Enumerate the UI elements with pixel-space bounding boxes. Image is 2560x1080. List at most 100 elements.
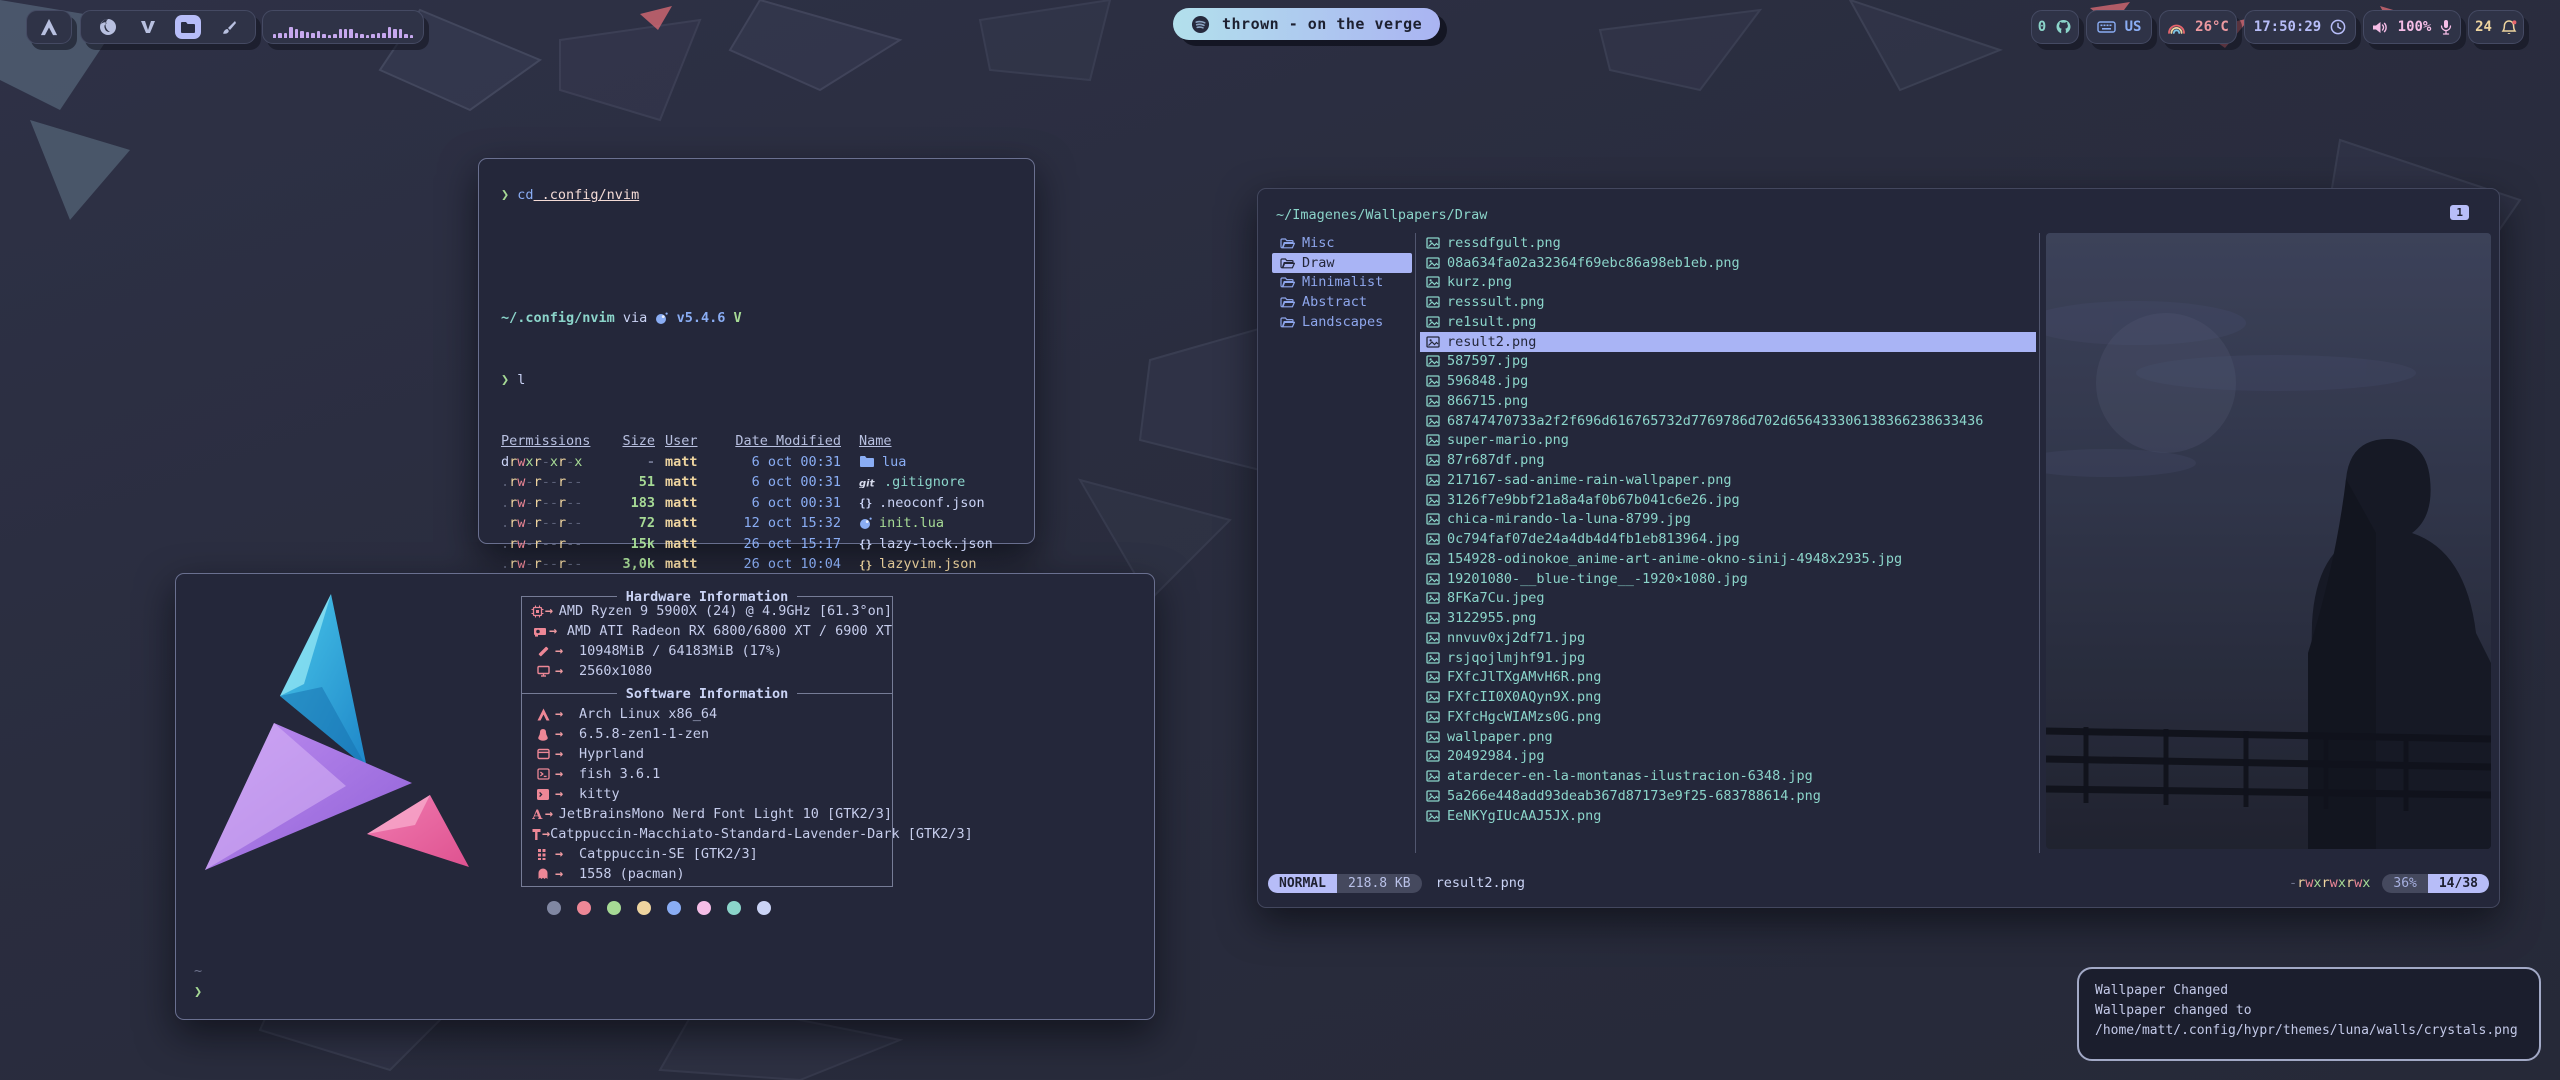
file-row: .rw-r--r-- 72 matt 12 oct 15:32 init.lua — [501, 513, 1012, 534]
gpu-icon — [533, 626, 547, 637]
palette-dot — [547, 901, 561, 915]
file-list-item[interactable]: re1sult.png — [1420, 312, 2036, 332]
file-list-item[interactable]: 8FKa7Cu.jpeg — [1420, 589, 2036, 609]
file-list-item[interactable]: 154928-odinokoe_anime-art-anime-okno-sin… — [1420, 549, 2036, 569]
fetch-row: A→ JetBrainsMono Nerd Font Light 10 [GTK… — [522, 804, 892, 824]
file-list-item[interactable]: kurz.png — [1420, 273, 2036, 293]
sidebar-folder-abstract[interactable]: Abstract — [1272, 292, 1412, 312]
palette-dot — [757, 901, 771, 915]
app-launcher-button[interactable] — [26, 10, 72, 44]
breadcrumb-path: ~/Imagenes/Wallpapers/Draw — [1276, 207, 1487, 223]
file-list-item[interactable]: ressdfgult.png — [1420, 233, 2036, 253]
file-name: wallpaper.png — [1447, 729, 1553, 745]
visualizer-bar — [295, 29, 298, 38]
file-list-item[interactable]: 87r687df.png — [1420, 450, 2036, 470]
svg-text:git: git — [859, 478, 876, 488]
firefox-icon — [99, 18, 117, 36]
file-list-item[interactable]: 20492984.jpg — [1420, 747, 2036, 767]
fetch-row-value: Catppuccin-SE [GTK2/3] — [579, 844, 758, 864]
file-list-item[interactable]: 866715.png — [1420, 391, 2036, 411]
file-list-item[interactable]: 19201080-__blue-tinge__-1920×1080.jpg — [1420, 569, 2036, 589]
fetch-row: → AMD ATI Radeon RX 6800/6800 XT / 6900 … — [522, 621, 892, 641]
file-list-item[interactable]: 3122955.png — [1420, 608, 2036, 628]
file-list: ressdfgult.png 08a634fa02a32364f69ebc86a… — [1420, 233, 2036, 849]
widget-github[interactable]: 0 — [2031, 10, 2079, 44]
terminal-window[interactable]: ❯ cd .config/nvim ~/.config/nvim via v5.… — [478, 158, 1035, 544]
file-list-item[interactable]: 587597.jpg — [1420, 352, 2036, 372]
svg-text:{}: {} — [859, 497, 872, 510]
sidebar-folder-label: Minimalist — [1302, 274, 1383, 290]
tux-icon — [537, 728, 549, 741]
file-list-item[interactable]: wallpaper.png — [1420, 727, 2036, 747]
visualizer-bar — [366, 35, 369, 38]
notification-toast[interactable]: Wallpaper Changed Wallpaper changed to /… — [2077, 967, 2541, 1061]
file-name: 154928-odinokoe_anime-art-anime-okno-sin… — [1447, 551, 1902, 567]
fetch-window[interactable]: Hardware Information → AMD Ryzen 9 5900X… — [175, 573, 1155, 1020]
crystal-arch-logo — [190, 588, 490, 900]
sidebar-folder-draw[interactable]: Draw — [1272, 253, 1412, 273]
sidebar-folder-landscapes[interactable]: Landscapes — [1272, 312, 1412, 332]
file-row: drwxr-xr-x - matt 6 oct 00:31 lua — [501, 452, 1012, 473]
widget-clock[interactable]: 17:50:29 — [2244, 10, 2356, 44]
widget-weather[interactable]: 26°C — [2159, 10, 2237, 44]
file-size-badge: 218.8 KB — [1337, 874, 1422, 893]
image-icon — [1426, 790, 1440, 802]
sidebar-folder-minimalist[interactable]: Minimalist — [1272, 273, 1412, 293]
image-icon — [1426, 810, 1440, 822]
file-name: 3122955.png — [1447, 610, 1536, 626]
palette-dot — [727, 901, 741, 915]
file-list-item[interactable]: 217167-sad-anime-rain-wallpaper.png — [1420, 470, 2036, 490]
widget-keyboard-layout[interactable]: US — [2086, 10, 2152, 44]
sidebar-folder-misc[interactable]: Misc — [1272, 233, 1412, 253]
fetch-row-value: AMD Ryzen 9 5900X (24) @ 4.9GHz [61.3°on… — [559, 601, 892, 621]
status-bar: NORMAL 218.8 KB result2.png -rwxrwxrwx 3… — [1268, 871, 2489, 895]
dock-app-firefox[interactable] — [95, 15, 121, 39]
visualizer-bar — [289, 27, 292, 38]
file-name: 217167-sad-anime-rain-wallpaper.png — [1447, 472, 1731, 488]
visualizer-bar — [360, 34, 363, 38]
file-list-item[interactable]: FXfcII0X0AQyn9X.png — [1420, 687, 2036, 707]
file-list-item[interactable]: result2.png — [1420, 332, 2036, 352]
open-folder-icon — [1280, 257, 1295, 269]
file-list-item[interactable]: rsjqojlmjhf91.jpg — [1420, 648, 2036, 668]
file-name: 866715.png — [1447, 393, 1528, 409]
file-list-item[interactable]: 5a266e448add93deab367d87173e9f25-6837886… — [1420, 786, 2036, 806]
file-list-item[interactable]: chica-mirando-la-luna-8799.jpg — [1420, 510, 2036, 530]
audio-visualizer[interactable] — [262, 10, 424, 44]
now-playing-pill[interactable]: thrown - on the verge — [1173, 8, 1440, 40]
bell-icon — [2501, 19, 2517, 36]
palette-dot — [667, 901, 681, 915]
file-list-item[interactable]: resssult.png — [1420, 292, 2036, 312]
file-name: 5a266e448add93deab367d87173e9f25-6837886… — [1447, 788, 1821, 804]
file-list-item[interactable]: 08a634fa02a32364f69ebc86a98eb1eb.png — [1420, 253, 2036, 273]
file-list-item[interactable]: 0c794faf07de24a4db4d4fb1eb813964.jpg — [1420, 529, 2036, 549]
visualizer-bar — [399, 29, 402, 38]
widget-volume[interactable]: 100% — [2363, 10, 2461, 44]
widget-weather-value: 26°C — [2195, 19, 2229, 35]
file-list-item[interactable]: 596848.jpg — [1420, 371, 2036, 391]
file-list-item[interactable]: super-mario.png — [1420, 431, 2036, 451]
file-list-item[interactable]: nnvuv0xj2df71.jpg — [1420, 628, 2036, 648]
file-list-item[interactable]: 68747470733a2f2f696d616765732d7769786d70… — [1420, 411, 2036, 431]
widget-volume-value: 100% — [2398, 19, 2432, 35]
widget-notifications[interactable]: 24 — [2468, 10, 2524, 44]
dock-app-file-manager[interactable] — [175, 15, 201, 39]
file-name: nnvuv0xj2df71.jpg — [1447, 630, 1585, 646]
file-name: 3126f7e9bbf21a8a4af0b67b041c6e26.jpg — [1447, 492, 1740, 508]
visualizer-bar — [377, 33, 380, 38]
file-list-item[interactable]: 3126f7e9bbf21a8a4af0b67b041c6e26.jpg — [1420, 490, 2036, 510]
file-list-item[interactable]: FXfcHgcWIAMzs0G.png — [1420, 707, 2036, 727]
file-name: 87r687df.png — [1447, 452, 1545, 468]
file-list-item[interactable]: FXfcJlTXgAMvH6R.png — [1420, 668, 2036, 688]
visualizer-bar — [333, 34, 336, 38]
file-name: EeNKYgIUcAAJ5JX.png — [1447, 808, 1601, 824]
file-list-item[interactable]: EeNKYgIUcAAJ5JX.png — [1420, 806, 2036, 826]
file-list-item[interactable]: atardecer-en-la-montanas-ilustracion-634… — [1420, 766, 2036, 786]
file-manager-window[interactable]: ~/Imagenes/Wallpapers/Draw 1 Misc Draw M… — [1257, 188, 2500, 908]
dock-app-vivaldi[interactable] — [135, 15, 161, 39]
font-icon: A — [531, 808, 544, 821]
visualizer-bar — [284, 33, 287, 38]
file-name: FXfcII0X0AQyn9X.png — [1447, 689, 1601, 705]
dock-app-paint[interactable] — [215, 15, 241, 39]
image-icon — [1426, 592, 1440, 604]
